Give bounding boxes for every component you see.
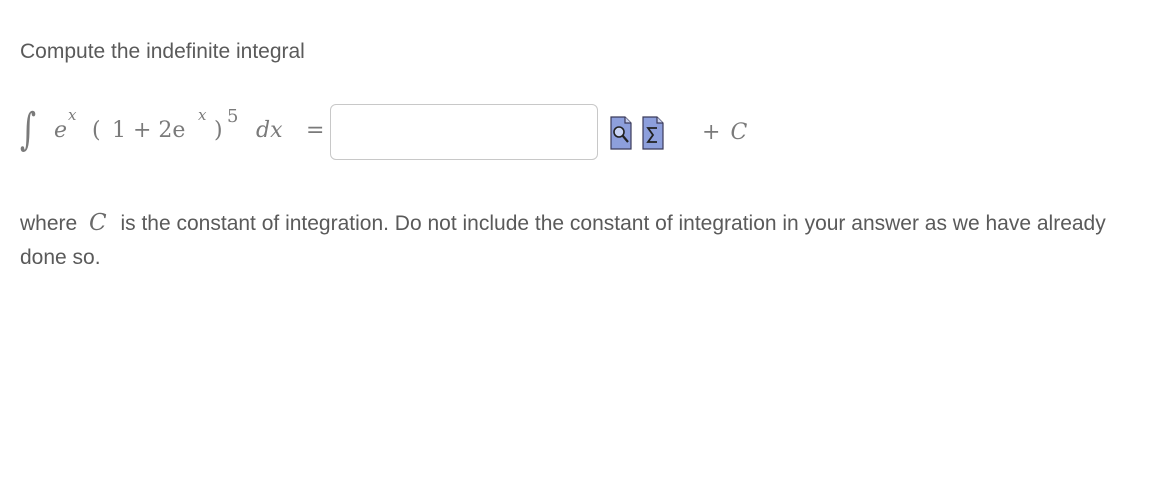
math-base: 1 + 2e bbox=[112, 118, 186, 143]
integral-equation: ∫ e x ( 1 + 2e x ) 5 dx = + C bbox=[20, 100, 1150, 164]
instruction-note: where C is the constant of integration. … bbox=[20, 206, 1140, 275]
math-exponent: 5 bbox=[227, 106, 239, 127]
note-prefix: where bbox=[20, 212, 84, 235]
math-differential: dx bbox=[256, 118, 283, 143]
question-prompt: Compute the indefinite integral bbox=[20, 40, 305, 63]
math-x-superscript: x bbox=[68, 106, 77, 124]
math-e: e bbox=[54, 118, 68, 143]
math-paren-open: ( bbox=[92, 118, 101, 143]
plus-sign: + bbox=[702, 120, 721, 145]
math-paren-close: ) bbox=[214, 118, 223, 143]
integral-sign: ∫ bbox=[20, 104, 37, 155]
math-x-superscript-inner: x bbox=[198, 106, 207, 124]
note-constant-c: C bbox=[89, 210, 107, 236]
answer-input[interactable] bbox=[330, 104, 598, 160]
sigma-equation-icon[interactable] bbox=[642, 116, 664, 150]
plus-constant: + C bbox=[702, 120, 747, 145]
preview-magnifier-icon[interactable] bbox=[610, 116, 632, 150]
constant-c: C bbox=[730, 120, 748, 145]
math-equals: = bbox=[306, 118, 325, 143]
note-suffix: is the constant of integration. Do not i… bbox=[20, 212, 1106, 269]
